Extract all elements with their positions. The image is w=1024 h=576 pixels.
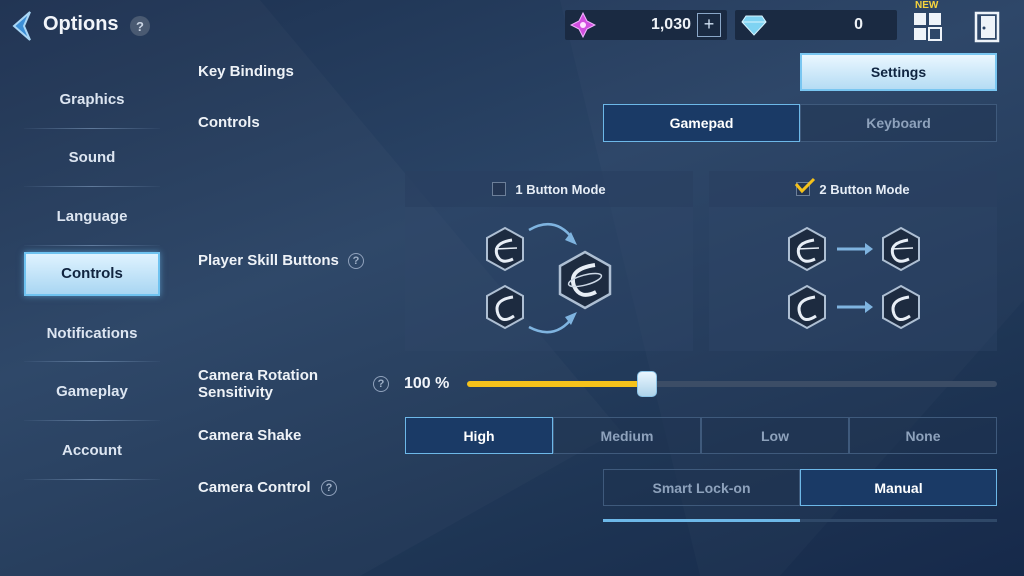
camera-control-help-icon[interactable]: ? [321, 480, 337, 496]
camera-rotation-help-icon[interactable]: ? [373, 376, 389, 392]
key-bindings-label: Key Bindings [198, 63, 294, 80]
sidebar-item-controls[interactable]: Controls [24, 251, 160, 296]
key-bindings-settings-button[interactable]: Settings [800, 53, 997, 91]
one-button-mode-checkbox[interactable] [492, 182, 507, 196]
slider-thumb[interactable] [637, 371, 658, 397]
page-title: Options [43, 13, 119, 35]
one-button-mode-diagram [486, 222, 612, 334]
gamepad-option[interactable]: Gamepad [603, 104, 800, 142]
camera-control-label: Camera Control [198, 479, 311, 496]
skill-hex-icon [788, 284, 826, 330]
one-button-mode-header: 1 Button Mode [405, 171, 693, 207]
purple-gem-currency: 1,030 + [565, 10, 727, 40]
keyboard-option[interactable]: Keyboard [800, 104, 997, 142]
purple-gem-icon [570, 12, 596, 38]
skill-hex-icon [882, 284, 920, 330]
smart-lock-on-option[interactable]: Smart Lock-on [603, 469, 800, 506]
shake-medium-option[interactable]: Medium [553, 417, 701, 454]
camera-rotation-label-line2: Sensitivity [198, 384, 274, 401]
two-button-mode-label: 2 Button Mode [819, 181, 910, 197]
camera-rotation-value: 100 % [404, 375, 450, 392]
player-skill-buttons-label: Player Skill Buttons [198, 252, 339, 269]
sidebar-item-sound[interactable]: Sound [24, 129, 160, 188]
two-button-mode-panel[interactable]: 2 Button Mode [709, 171, 997, 351]
camera-rotation-label: Camera Rotation Sensitivity [198, 367, 318, 401]
two-button-mode-checkbox[interactable] [795, 177, 816, 196]
sidebar-item-notifications[interactable]: Notifications [24, 304, 160, 363]
next-row-partial [603, 519, 997, 522]
two-button-mode-diagram [788, 226, 920, 330]
sidebar-item-graphics[interactable]: Graphics [24, 70, 160, 129]
camera-control-toggle: Smart Lock-on Manual [603, 469, 997, 506]
camera-rotation-slider[interactable] [467, 371, 997, 397]
diamond-icon [741, 15, 767, 36]
blue-gem-currency: 0 [735, 10, 897, 40]
combined-skill-hex-icon [558, 250, 612, 310]
top-bar: Options ? 1,030 + 0 NEW [0, 0, 1024, 50]
slider-fill [467, 381, 648, 387]
skill-hex-icon [882, 226, 920, 272]
blue-gem-count: 0 [854, 16, 863, 33]
manual-option[interactable]: Manual [800, 469, 997, 506]
skill-buttons-help-icon[interactable]: ? [348, 253, 364, 269]
camera-rotation-label-line1: Camera Rotation [198, 367, 319, 384]
two-button-mode-header: 2 Button Mode [709, 171, 997, 207]
shake-none-option[interactable]: None [849, 417, 997, 454]
camera-shake-label: Camera Shake [198, 427, 302, 444]
sidebar-item-gameplay[interactable]: Gameplay [24, 362, 160, 421]
menu-grid-icon[interactable] [913, 12, 943, 42]
purple-gem-count: 1,030 [650, 16, 691, 33]
help-icon[interactable]: ? [130, 16, 150, 36]
sidebar-item-account[interactable]: Account [24, 421, 160, 480]
skill-hex-icon [788, 226, 826, 272]
one-button-mode-panel[interactable]: 1 Button Mode [405, 171, 693, 351]
add-gems-button[interactable]: + [697, 13, 721, 37]
exit-door-icon[interactable] [974, 11, 1000, 43]
sidebar: Graphics Sound Language Controls Notific… [24, 70, 160, 480]
skill-hex-icon [486, 284, 524, 330]
skill-hex-icon [486, 226, 524, 272]
controls-toggle: Gamepad Keyboard [603, 104, 997, 142]
shake-high-option[interactable]: High [405, 417, 553, 454]
checkmark-icon [795, 177, 816, 194]
back-arrow-icon[interactable] [8, 10, 36, 42]
sidebar-item-language[interactable]: Language [24, 187, 160, 246]
controls-label: Controls [198, 114, 260, 131]
new-badge: NEW [915, 0, 939, 11]
shake-low-option[interactable]: Low [701, 417, 849, 454]
camera-shake-toggle: High Medium Low None [405, 417, 997, 454]
one-button-mode-label: 1 Button Mode [515, 181, 606, 197]
